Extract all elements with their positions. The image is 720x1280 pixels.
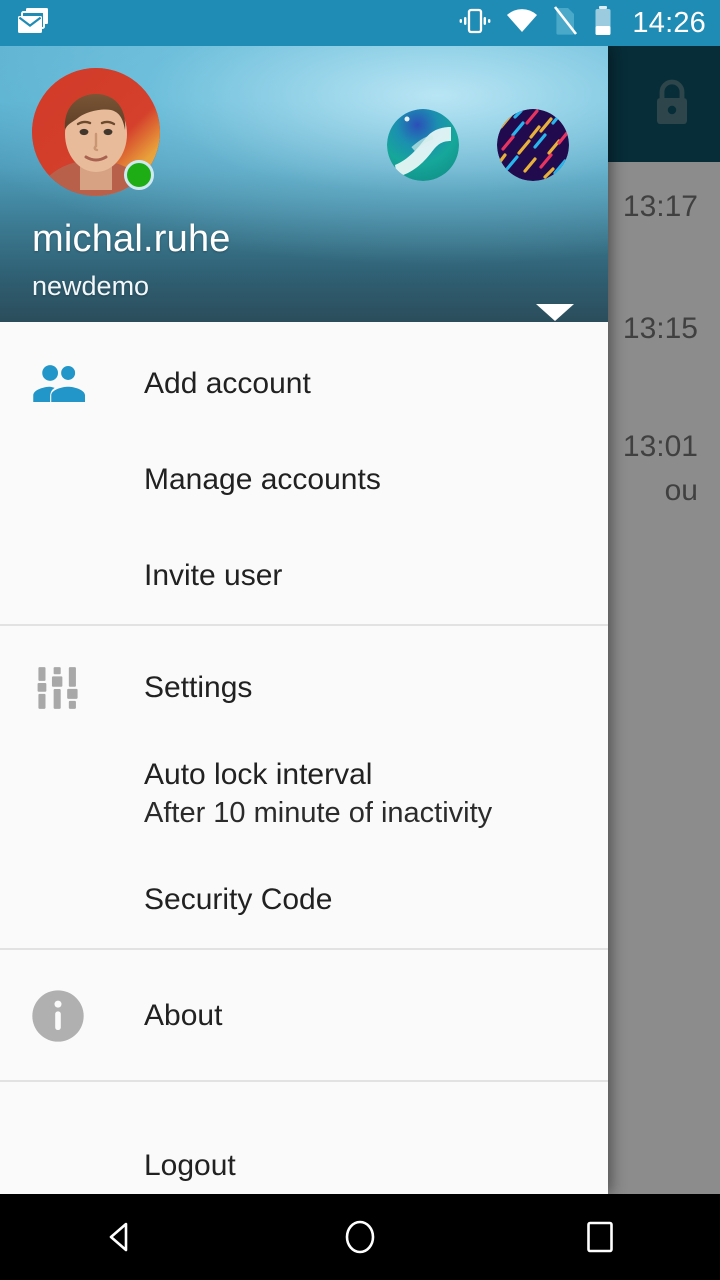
menu-item-label: Auto lock interval: [144, 758, 373, 791]
account-name: michal.ruhe: [32, 218, 231, 260]
menu-item-security-code[interactable]: Security Code: [0, 852, 608, 948]
menu-item-label: Add account: [144, 367, 311, 400]
android-screen: 13:17 13:15 13:01 ou ngs: [0, 0, 720, 1280]
menu-group-about: About: [0, 950, 608, 1080]
menu-item-text: Auto lock interval After 10 minute of in…: [144, 756, 492, 832]
menu-item-label: Security Code: [144, 883, 333, 916]
menu-item-manage-accounts[interactable]: Manage accounts: [0, 432, 608, 528]
menu-item-text: Security Code: [144, 881, 332, 919]
menu-item-text: Manage accounts: [144, 461, 381, 499]
menu-item-label: Invite user: [144, 559, 283, 592]
battery-icon: [592, 5, 614, 42]
status-bar-notifications: [16, 0, 50, 46]
menu-item-about[interactable]: About: [0, 968, 608, 1064]
status-bar-clock: 14:26: [632, 6, 706, 39]
menu-item-text: About: [144, 997, 222, 1035]
people-icon: [30, 356, 86, 412]
navigation-drawer: michal.ruhe newdemo Add account Manage a…: [0, 46, 608, 1194]
status-bar: 14:26: [0, 0, 720, 46]
menu-item-label: Logout: [144, 1149, 236, 1182]
email-stack-icon: [16, 6, 50, 41]
account-subtitle: newdemo: [32, 271, 150, 301]
menu-group-settings: Settings Auto lock interval After 10 min…: [0, 626, 608, 948]
wifi-icon: [506, 8, 538, 39]
menu-item-text: Logout: [144, 1147, 236, 1185]
menu-item-sublabel: After 10 minute of inactivity: [144, 797, 493, 829]
secondary-account-avatar[interactable]: [387, 109, 459, 181]
menu-item-label: About: [144, 999, 223, 1032]
menu-item-logout[interactable]: Logout: [0, 1118, 608, 1194]
home-circle-icon[interactable]: [240, 1194, 480, 1280]
chevron-down-icon[interactable]: [536, 304, 574, 321]
status-bar-system-icons: 14:26: [458, 0, 706, 46]
android-nav-bar: [0, 1194, 720, 1280]
recents-square-icon[interactable]: [480, 1194, 720, 1280]
menu-item-settings[interactable]: Settings: [0, 640, 608, 736]
menu-item-label: Settings: [144, 671, 253, 704]
menu-item-auto-lock-interval[interactable]: Auto lock interval After 10 minute of in…: [0, 736, 608, 852]
menu-item-label: Manage accounts: [144, 463, 381, 496]
back-triangle-icon[interactable]: [0, 1194, 240, 1280]
menu-item-text: Settings: [144, 669, 252, 707]
drawer-header[interactable]: michal.ruhe newdemo: [0, 46, 608, 322]
menu-item-invite-user[interactable]: Invite user: [0, 528, 608, 624]
menu-group-logout: Logout: [0, 1082, 608, 1194]
secondary-account-avatar[interactable]: [497, 109, 569, 181]
menu-item-text: Invite user: [144, 557, 282, 595]
menu-item-text: Add account: [144, 365, 311, 403]
menu-item-add-account[interactable]: Add account: [0, 336, 608, 432]
info-icon: [30, 988, 86, 1044]
avatar[interactable]: [32, 68, 160, 196]
no-sim-icon: [552, 5, 578, 41]
menu-group-accounts: Add account Manage accounts Invite user: [0, 322, 608, 624]
vibrate-icon: [458, 7, 492, 40]
presence-indicator: [124, 160, 154, 190]
tune-icon: [30, 660, 86, 716]
